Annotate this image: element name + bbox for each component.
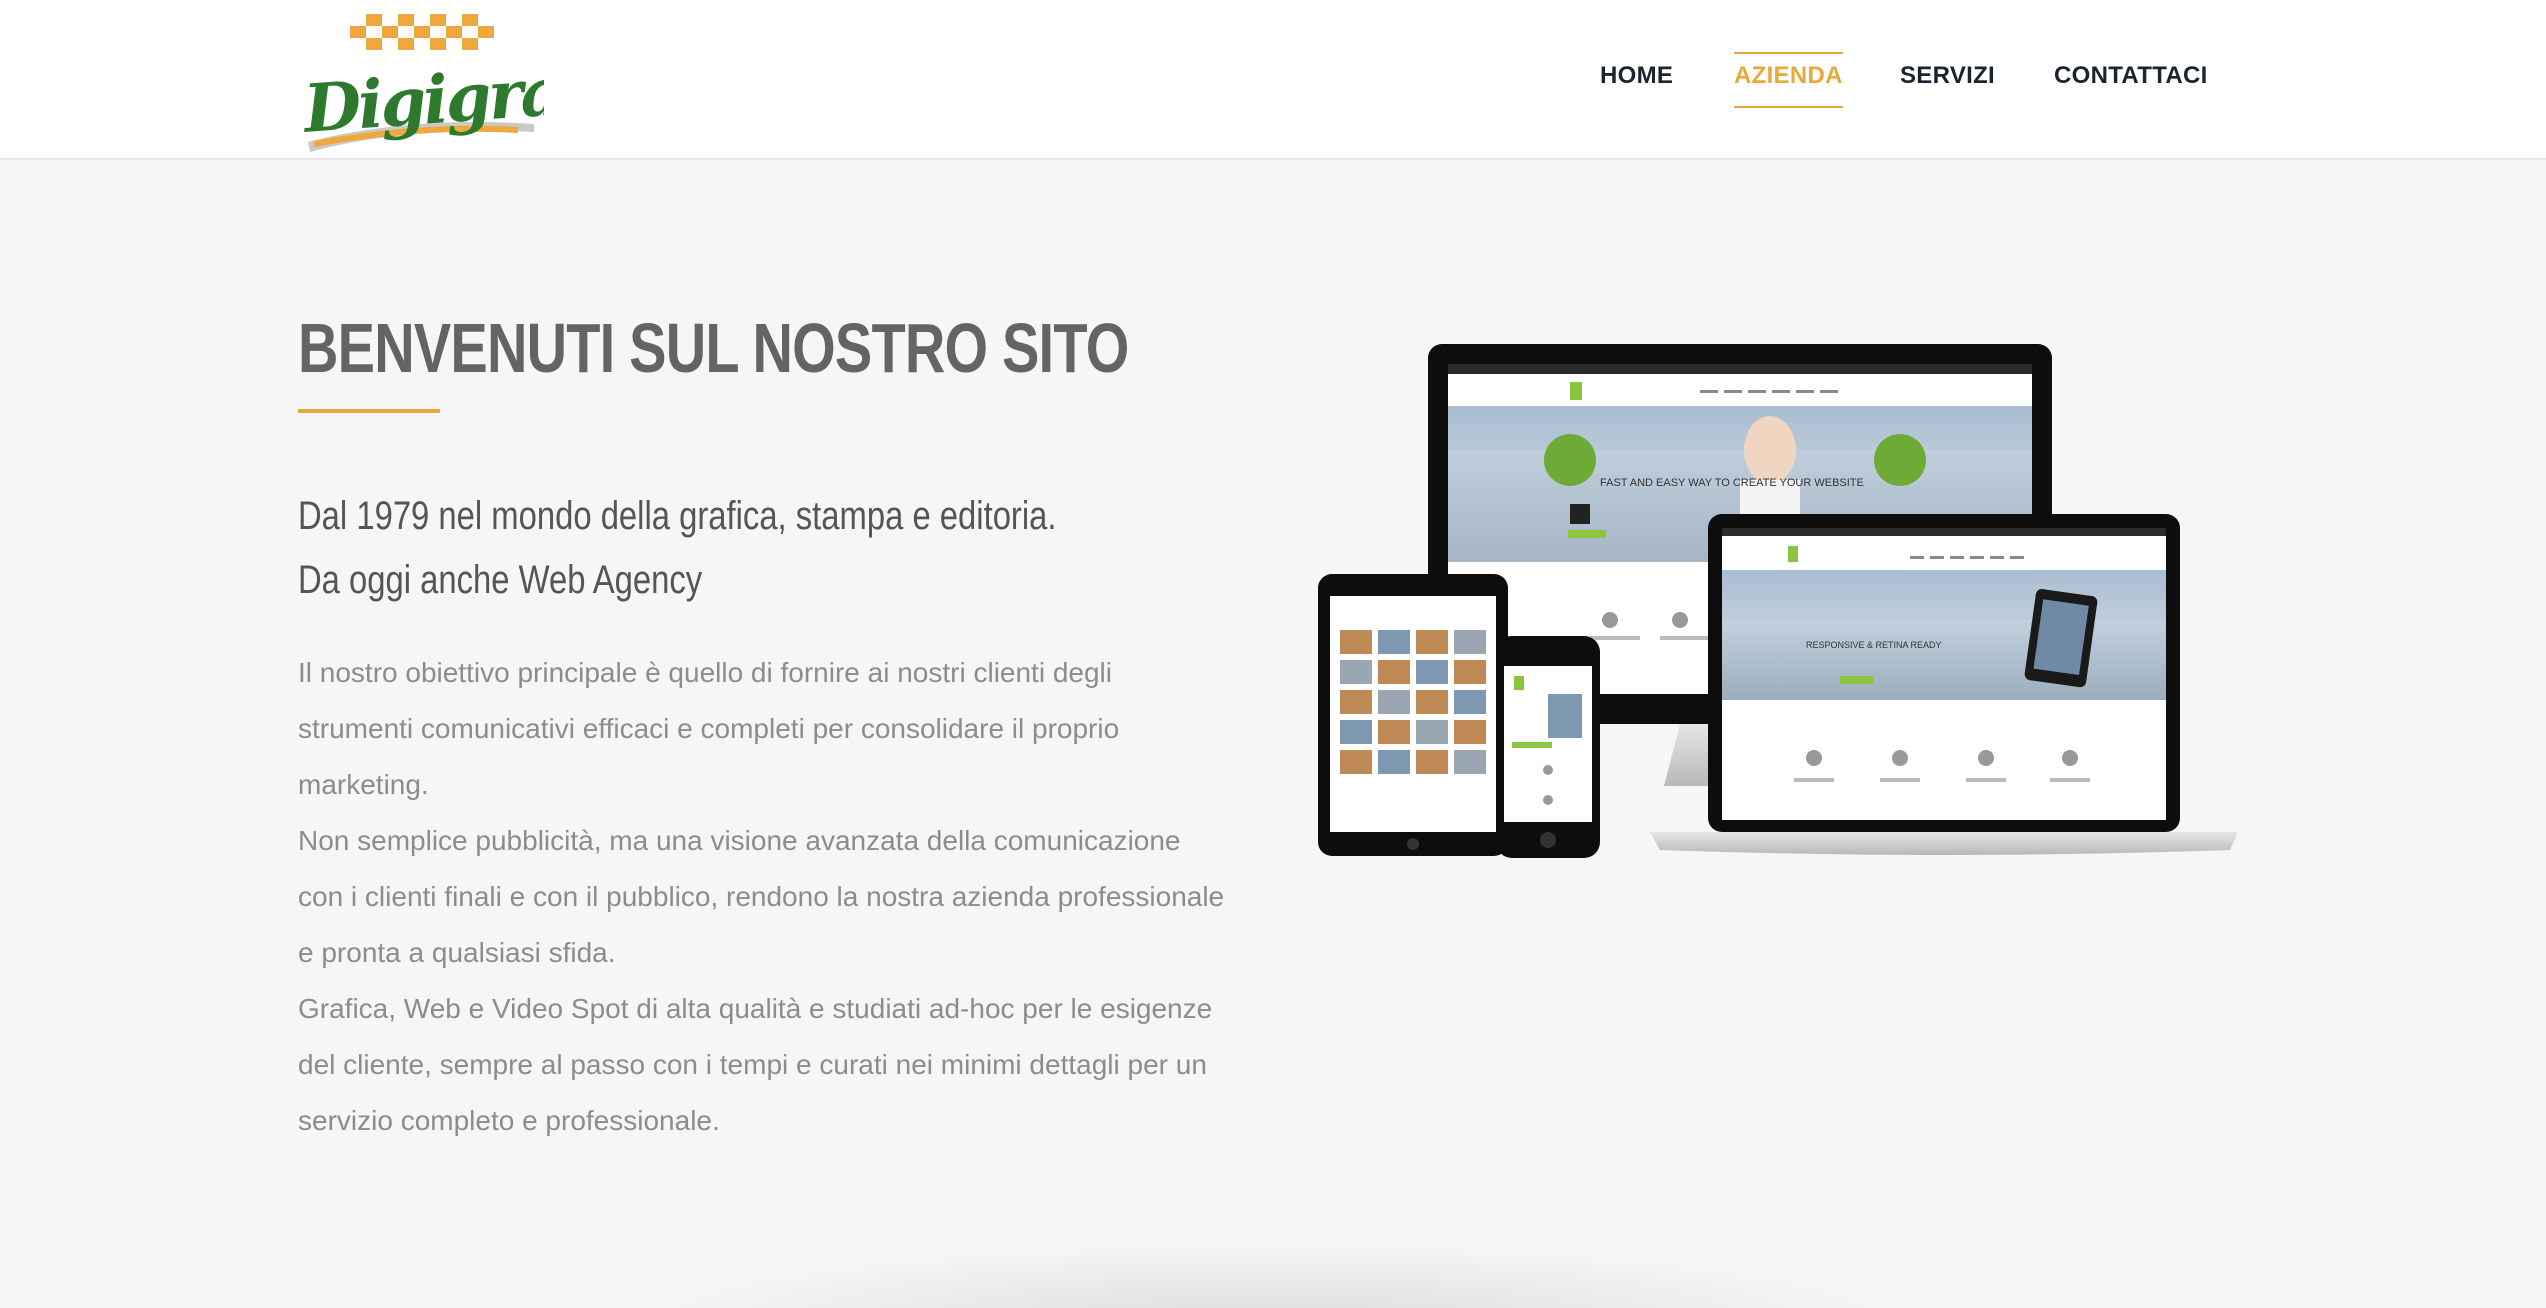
laptop-banner: RESPONSIVE & RETINA READY: [1806, 640, 1942, 650]
subtitle-line-2: Da oggi anche Web Agency: [298, 558, 703, 602]
site-header: Digigraf HOME AZIENDA SERVIZI CONTATTACI: [0, 0, 2546, 160]
nav-servizi[interactable]: SERVIZI: [1900, 48, 1995, 104]
page-title: BENVENUTI SUL NOSTRO SITO: [298, 309, 1129, 387]
desktop-banner: FAST AND EASY WAY TO CREATE YOUR WEBSITE: [1600, 477, 1864, 489]
subtitle-line-1: Dal 1979 nel mondo della grafica, stampa…: [298, 494, 1057, 538]
devices-mockup-icon: FAST AND EASY WAY TO CREATE YOUR WEBSITE…: [1318, 344, 2238, 858]
main-nav: HOME AZIENDA SERVIZI CONTATTACI: [0, 48, 2546, 108]
nav-contattaci[interactable]: CONTATTACI: [2054, 48, 2208, 104]
hero-subtitle: Dal 1979 nel mondo della grafica, stampa…: [298, 484, 1118, 612]
section-divider-shadow: [620, 1240, 1920, 1308]
responsive-devices-image: FAST AND EASY WAY TO CREATE YOUR WEBSITE…: [1300, 330, 2240, 890]
title-underline: [298, 409, 440, 413]
nav-azienda[interactable]: AZIENDA: [1734, 48, 1843, 108]
intro-text: Il nostro obiettivo principale è quello …: [298, 645, 1228, 1149]
intro-paragraph-2: Non semplice pubblicità, ma una visione …: [298, 825, 1225, 968]
nav-home[interactable]: HOME: [1600, 48, 1673, 104]
intro-paragraph-1: Il nostro obiettivo principale è quello …: [298, 657, 1120, 800]
intro-paragraph-3: Grafica, Web e Video Spot di alta qualit…: [298, 993, 1213, 1136]
